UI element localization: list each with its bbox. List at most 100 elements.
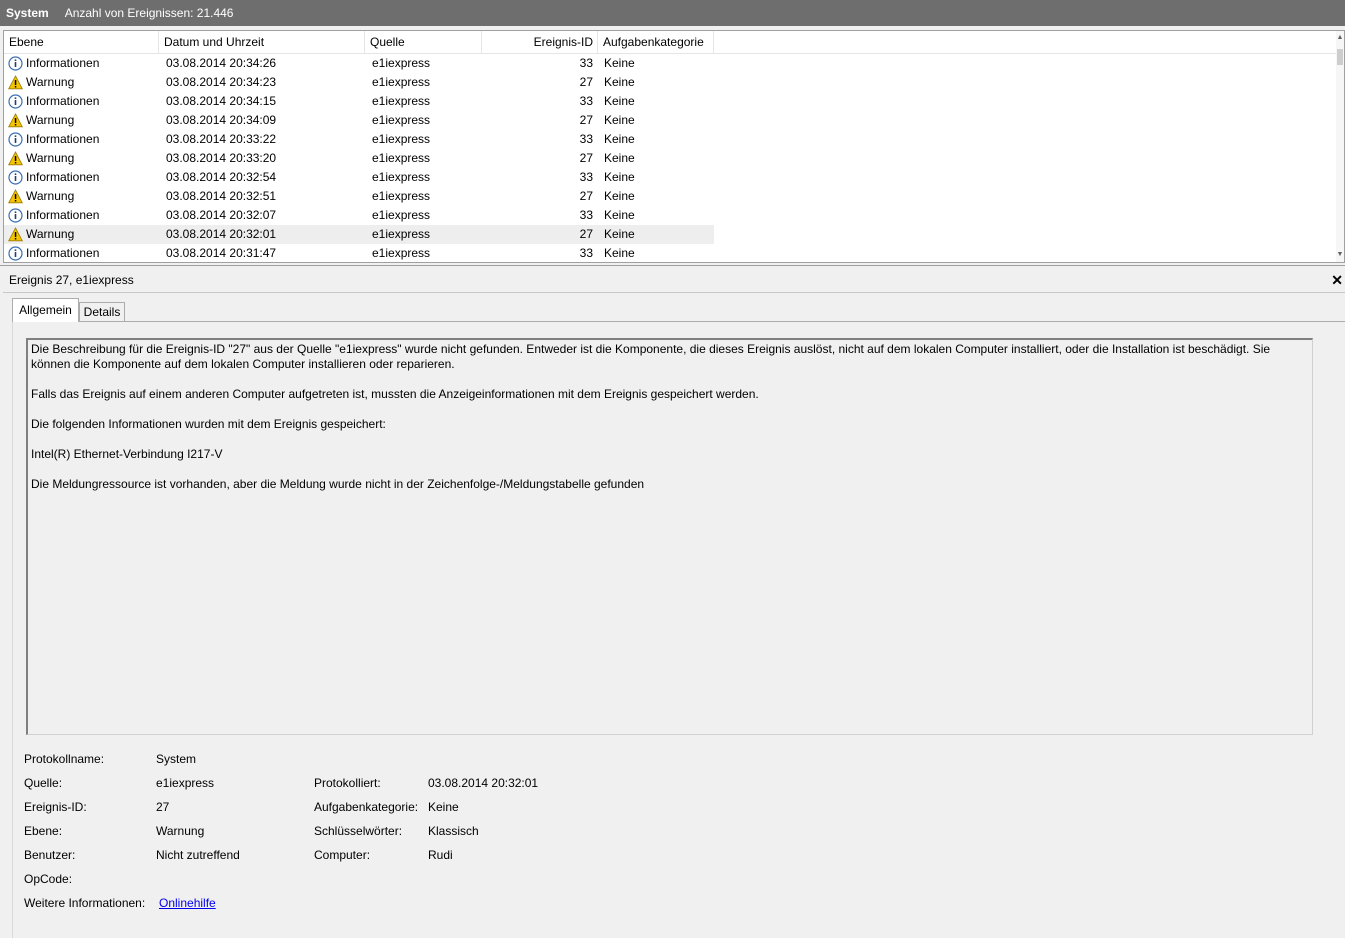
event-row[interactable]: Informationen 03.08.2014 20:32:54 e1iexpre… xyxy=(4,168,714,187)
event-row[interactable]: Informationen 03.08.2014 20:31:47 e1iexpre… xyxy=(4,244,714,262)
cell-event-id: 33 xyxy=(579,94,593,108)
event-row[interactable]: Warnung 03.08.2014 20:32:51 e1iexpress 27 Ke… xyxy=(4,187,714,206)
cell-task-category: Keine xyxy=(604,132,635,146)
close-icon[interactable]: ✕ xyxy=(1331,268,1343,293)
task-category-label: Aufgabenkategorie: xyxy=(314,800,419,814)
cell-date: 03.08.2014 20:33:20 xyxy=(166,151,277,165)
source-label: Quelle: xyxy=(24,776,63,790)
list-scrollbar[interactable]: ▲ ▼ xyxy=(1336,31,1344,262)
column-header-date[interactable]: Datum und Uhrzeit xyxy=(159,31,365,53)
scroll-down-icon[interactable]: ▼ xyxy=(1336,250,1344,260)
event-id-label: Ereignis-ID: xyxy=(24,800,87,814)
keywords-label: Schlüsselwörter: xyxy=(314,824,403,838)
cell-source: e1iexpress xyxy=(372,94,431,108)
cell-source: e1iexpress xyxy=(372,189,431,203)
cell-date: 03.08.2014 20:34:09 xyxy=(166,113,277,127)
online-help-link[interactable]: Onlinehilfe xyxy=(159,895,216,911)
cell-task-category: Keine xyxy=(604,94,635,108)
cell-date: 03.08.2014 20:32:54 xyxy=(166,170,277,184)
logged-value: 03.08.2014 20:32:01 xyxy=(428,776,539,790)
cell-event-id: 27 xyxy=(579,189,593,203)
cell-task-category: Keine xyxy=(604,208,635,222)
cell-date: 03.08.2014 20:32:07 xyxy=(166,208,277,222)
warning-icon xyxy=(8,75,23,90)
user-label: Benutzer: xyxy=(24,848,76,862)
cell-level: Warnung xyxy=(26,113,75,127)
event-description[interactable]: Die Beschreibung für die Ereignis-ID "27… xyxy=(26,338,1313,735)
warning-icon xyxy=(8,189,23,204)
keywords-value: Klassisch xyxy=(428,824,479,838)
detail-title-bar: Ereignis 27, e1iexpress ✕ xyxy=(3,268,1345,293)
event-list[interactable]: Ebene Datum und Uhrzeit Quelle Ereignis-… xyxy=(3,30,1345,263)
cell-event-id: 27 xyxy=(579,75,593,89)
column-header-task-category[interactable]: Aufgabenkategorie xyxy=(598,31,714,53)
column-header-level[interactable]: Ebene xyxy=(4,31,159,53)
more-info-label: Weitere Informationen: xyxy=(24,896,146,910)
computer-label: Computer: xyxy=(314,848,371,862)
cell-level: Informationen xyxy=(26,170,100,184)
cell-level: Warnung xyxy=(26,151,75,165)
cell-level: Warnung xyxy=(26,189,75,203)
info-icon xyxy=(8,208,23,223)
level-value: Warnung xyxy=(156,824,205,838)
cell-source: e1iexpress xyxy=(372,151,431,165)
cell-task-category: Keine xyxy=(604,56,635,70)
log-name-label: Protokollname: xyxy=(24,752,105,766)
cell-level: Informationen xyxy=(26,246,100,260)
cell-event-id: 33 xyxy=(579,208,593,222)
cell-task-category: Keine xyxy=(604,227,635,241)
source-value: e1iexpress xyxy=(156,776,215,790)
cell-task-category: Keine xyxy=(604,189,635,203)
cell-source: e1iexpress xyxy=(372,246,431,260)
info-icon xyxy=(8,170,23,185)
cell-event-id: 27 xyxy=(579,151,593,165)
cell-source: e1iexpress xyxy=(372,113,431,127)
column-header-event-id[interactable]: Ereignis-ID xyxy=(482,31,598,53)
cell-date: 03.08.2014 20:32:01 xyxy=(166,227,277,241)
cell-event-id: 33 xyxy=(579,246,593,260)
cell-event-id: 33 xyxy=(579,56,593,70)
user-value: Nicht zutreffend xyxy=(156,848,240,862)
level-label: Ebene: xyxy=(24,824,63,838)
event-count: Anzahl von Ereignissen: 21.446 xyxy=(64,6,234,20)
log-titlebar: System Anzahl von Ereignissen: 21.446 xyxy=(0,0,1345,26)
event-row[interactable]: Informationen 03.08.2014 20:33:22 e1iexpre… xyxy=(4,130,714,149)
scroll-thumb[interactable] xyxy=(1337,49,1343,65)
info-icon xyxy=(8,56,23,71)
cell-source: e1iexpress xyxy=(372,170,431,184)
tab-general[interactable]: Allgemein xyxy=(12,298,79,322)
description-paragraph: Die folgenden Informationen wurden mit d… xyxy=(31,417,386,431)
info-icon xyxy=(8,132,23,147)
cell-date: 03.08.2014 20:34:26 xyxy=(166,56,277,70)
description-paragraph: Die Meldungressource ist vorhanden, aber… xyxy=(31,477,645,491)
cell-event-id: 27 xyxy=(579,113,593,127)
cell-level: Warnung xyxy=(26,75,75,89)
event-row[interactable]: Warnung 03.08.2014 20:33:20 e1iexpress 27 Ke… xyxy=(4,149,714,168)
event-list-header: Ebene Datum und Uhrzeit Quelle Ereignis-… xyxy=(4,31,1344,54)
event-row[interactable]: Informationen 03.08.2014 20:34:15 e1iexpre… xyxy=(4,92,714,111)
cell-date: 03.08.2014 20:34:15 xyxy=(166,94,277,108)
cell-date: 03.08.2014 20:31:47 xyxy=(166,246,277,260)
warning-icon xyxy=(8,151,23,166)
cell-task-category: Keine xyxy=(604,113,635,127)
cell-date: 03.08.2014 20:34:23 xyxy=(166,75,277,89)
computer-value: Rudi xyxy=(428,848,453,862)
event-row[interactable]: Informationen 03.08.2014 20:32:07 e1iexpre… xyxy=(4,206,714,225)
cell-date: 03.08.2014 20:33:22 xyxy=(166,132,277,146)
event-row[interactable]: Warnung 03.08.2014 20:34:23 e1iexpress 27 Ke… xyxy=(4,73,714,92)
log-name: System xyxy=(6,6,49,20)
event-row[interactable]: Warnung 03.08.2014 20:34:09 e1iexpress 27 Ke… xyxy=(4,111,714,130)
log-name-value: System xyxy=(156,752,197,766)
column-header-source[interactable]: Quelle xyxy=(365,31,482,53)
scroll-up-icon[interactable]: ▲ xyxy=(1336,33,1344,43)
cell-level: Warnung xyxy=(26,227,75,241)
description-paragraph: Intel(R) Ethernet-Verbindung I217-V xyxy=(31,447,223,461)
event-row[interactable]: Informationen 03.08.2014 20:34:26 e1iexpre… xyxy=(4,54,714,73)
tab-details[interactable]: Details xyxy=(79,302,125,322)
cell-task-category: Keine xyxy=(604,246,635,260)
warning-icon xyxy=(8,113,23,128)
warning-icon xyxy=(8,227,23,242)
cell-event-id: 33 xyxy=(579,132,593,146)
cell-event-id: 33 xyxy=(579,170,593,184)
event-row[interactable]: Warnung 03.08.2014 20:32:01 e1iexpress 27 Ke… xyxy=(4,225,714,244)
